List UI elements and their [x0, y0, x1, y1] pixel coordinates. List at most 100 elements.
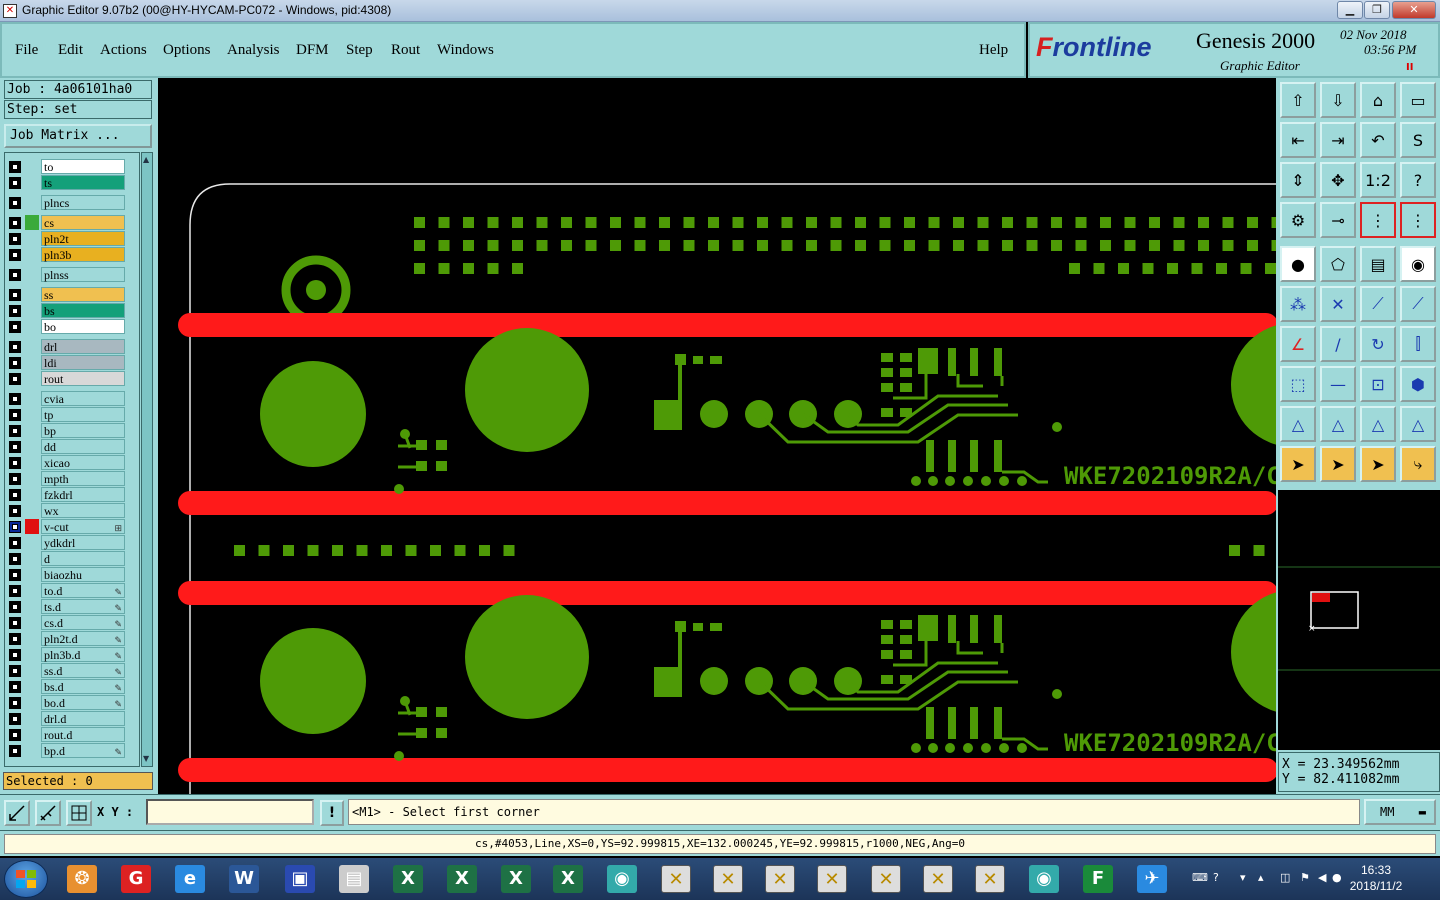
layer-checkbox[interactable] — [9, 553, 21, 565]
layer-checkbox[interactable] — [9, 617, 21, 629]
layer-name[interactable]: bs — [41, 303, 125, 318]
layer-name[interactable]: rout.d — [41, 727, 125, 742]
layer-name[interactable]: ts — [41, 175, 125, 190]
xy-input[interactable] — [146, 799, 314, 825]
polygon-button[interactable]: ⬠ — [1320, 246, 1356, 282]
layer-checkbox[interactable] — [9, 289, 21, 301]
pause-indicator[interactable]: II — [1406, 62, 1413, 73]
layer-checkbox[interactable] — [9, 569, 21, 581]
menu-windows[interactable]: Windows — [437, 42, 494, 59]
close-button[interactable]: ✕ — [1392, 1, 1436, 19]
fill-button[interactable]: ● — [1280, 246, 1316, 282]
layer-name[interactable]: pln3b.d ✎ — [41, 647, 125, 662]
layer-name[interactable]: rout — [41, 371, 125, 386]
graphic-canvas[interactable]: WKE7202109R2A/C WKE7202109R2A/C — [158, 80, 1276, 794]
menu-help[interactable]: Help — [979, 42, 1008, 59]
layer-name[interactable]: fzkdrl — [41, 487, 125, 502]
layer-checkbox[interactable] — [9, 585, 21, 597]
layer-name[interactable]: biaozhu — [41, 567, 125, 582]
menu-rout[interactable]: Rout — [391, 42, 420, 59]
taskbar-excel2[interactable]: X — [438, 861, 486, 897]
compare-button[interactable]: ⫿ — [1400, 326, 1436, 362]
layer-name[interactable]: pln3b — [41, 247, 125, 262]
scroll-down-icon[interactable]: ▼ — [143, 754, 151, 764]
layer-row-drl.d[interactable]: drl.d — [7, 711, 125, 726]
menu-file[interactable]: File — [15, 42, 38, 59]
layer-row-drl[interactable]: drl — [7, 339, 125, 354]
layer-row-ss.d[interactable]: ss.d ✎ — [7, 663, 125, 678]
qq-icon[interactable]: ● — [1332, 871, 1342, 884]
layer-checkbox[interactable] — [9, 505, 21, 517]
layer-checkbox[interactable] — [9, 357, 21, 369]
layer-checkbox[interactable] — [9, 197, 21, 209]
zoom-page-button[interactable]: ⇩ — [1320, 82, 1356, 118]
layer-row-d[interactable]: d — [7, 551, 125, 566]
layer-checkbox[interactable] — [9, 457, 21, 469]
tri3-button[interactable]: △ — [1360, 406, 1396, 442]
layer-checkbox[interactable] — [9, 373, 21, 385]
layer-row-pln3b.d[interactable]: pln3b.d ✎ — [7, 647, 125, 662]
layer-name[interactable]: drl — [41, 339, 125, 354]
taskbar-scanner[interactable]: ▤ — [330, 861, 378, 897]
zoom-profile-button[interactable]: ▭ — [1400, 82, 1436, 118]
layer-checkbox[interactable] — [9, 425, 21, 437]
layer-checkbox[interactable] — [9, 441, 21, 453]
help-tray-icon[interactable]: ? — [1213, 871, 1219, 884]
layer-checkbox[interactable] — [9, 409, 21, 421]
layer-name[interactable]: tp — [41, 407, 125, 422]
layer-checkbox[interactable] — [9, 269, 21, 281]
undo-zoom-button[interactable]: ↶ — [1360, 122, 1396, 158]
layer-row-to.d[interactable]: to.d ✎ — [7, 583, 125, 598]
layer-row-bo.d[interactable]: bo.d ✎ — [7, 695, 125, 710]
layer-name[interactable]: bp.d ✎ — [41, 743, 125, 758]
taskbar-eye2[interactable]: ◉ — [1020, 861, 1068, 897]
layer-row-ydkdrl[interactable]: ydkdrl — [7, 535, 125, 550]
taskbar-excel1[interactable]: X — [384, 861, 432, 897]
clock[interactable]: 16:33 2018/11/2 — [1344, 862, 1408, 894]
layer-checkbox[interactable] — [9, 217, 21, 229]
layer-name[interactable]: plncs — [41, 195, 125, 210]
delete-button[interactable]: ✕ — [1320, 286, 1356, 322]
layers-red2-button[interactable]: ⋮ — [1400, 202, 1436, 238]
layers-red-button[interactable]: ⋮ — [1360, 202, 1396, 238]
layer-checkbox[interactable] — [9, 473, 21, 485]
layer-row-v-cut[interactable]: v-cut ⊞ — [7, 519, 125, 534]
layer-row-bp.d[interactable]: bp.d ✎ — [7, 743, 125, 758]
tri2-button[interactable]: △ — [1320, 406, 1356, 442]
layer-checkbox[interactable] — [9, 521, 21, 533]
start-button[interactable] — [4, 860, 48, 898]
units-select[interactable]: MM ▬ — [1364, 799, 1436, 825]
taskbar-frontline-f[interactable]: F — [1074, 861, 1122, 897]
layer-row-bs.d[interactable]: bs.d ✎ — [7, 679, 125, 694]
job-matrix-button[interactable]: Job Matrix ... — [4, 124, 152, 148]
scroll-up-icon[interactable]: ▲ — [143, 155, 151, 165]
line-button[interactable]: ⟋ — [1360, 286, 1396, 322]
dash-button[interactable]: — — [1320, 366, 1356, 402]
pad-button[interactable]: ◉ — [1400, 246, 1436, 282]
layer-name[interactable]: bo.d ✎ — [41, 695, 125, 710]
bracket-button[interactable]: ⊡ — [1360, 366, 1396, 402]
layer-name[interactable]: to — [41, 159, 125, 174]
layer-name[interactable]: cvia — [41, 391, 125, 406]
layer-name[interactable]: cs.d ✎ — [41, 615, 125, 630]
layer-row-pln2t.d[interactable]: pln2t.d ✎ — [7, 631, 125, 646]
snap-button[interactable] — [35, 800, 61, 826]
layer-row-rout[interactable]: rout — [7, 371, 125, 386]
select-button[interactable]: ➤ — [1320, 446, 1356, 482]
layer-name[interactable]: cs — [41, 215, 125, 230]
minimap[interactable]: × — [1278, 490, 1440, 750]
layer-checkbox[interactable] — [9, 601, 21, 613]
network-icon[interactable]: ◫ — [1280, 871, 1290, 884]
measure-button[interactable]: ⊸ — [1320, 202, 1356, 238]
taskbar-excel4[interactable]: X — [544, 861, 592, 897]
layer-row-ts[interactable]: ts — [7, 175, 125, 190]
layer-checkbox[interactable] — [9, 537, 21, 549]
taskbar-word[interactable]: W — [220, 861, 268, 897]
menu-dfm[interactable]: DFM — [296, 42, 329, 59]
layer-checkbox[interactable] — [9, 305, 21, 317]
layer-row-wx[interactable]: wx — [7, 503, 125, 518]
move-button[interactable]: ⬚ — [1280, 366, 1316, 402]
layer-row-ts.d[interactable]: ts.d ✎ — [7, 599, 125, 614]
layer-checkbox[interactable] — [9, 249, 21, 261]
layer-row-to[interactable]: to — [7, 159, 125, 174]
